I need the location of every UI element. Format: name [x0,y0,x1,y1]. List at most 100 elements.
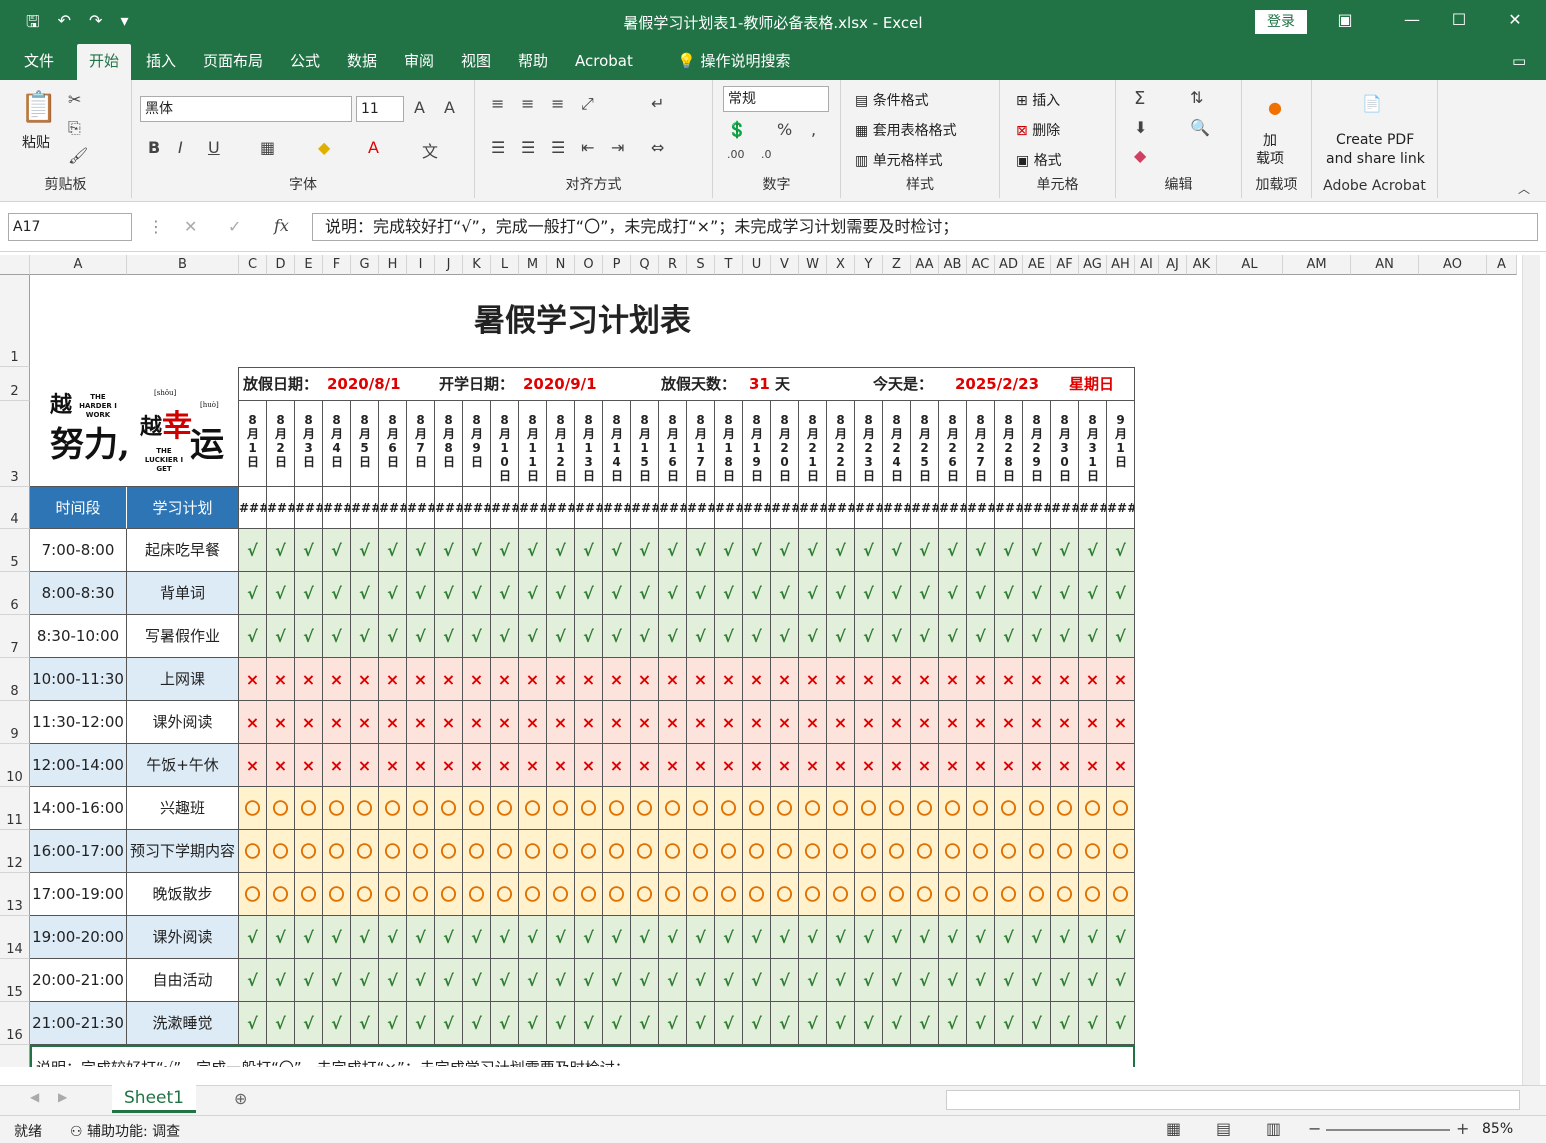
status-mark-cell[interactable]: √ [1079,1002,1107,1045]
status-mark-cell[interactable]: √ [239,1002,267,1045]
status-mark-cell[interactable]: √ [491,959,519,1002]
column-header[interactable]: G [351,255,379,275]
status-mark-cell[interactable]: √ [855,615,883,658]
status-mark-cell[interactable]: × [911,701,939,744]
status-mark-cell[interactable]: √ [547,1002,575,1045]
status-mark-cell[interactable]: × [799,744,827,787]
column-header[interactable]: AG [1079,255,1107,275]
column-header[interactable]: J [435,255,463,275]
clear-icon[interactable]: ◆ [1134,146,1146,165]
status-mark-cell[interactable]: × [519,744,547,787]
status-mark-cell[interactable]: × [575,701,603,744]
status-mark-cell[interactable]: √ [799,572,827,615]
status-mark-cell[interactable]: √ [379,529,407,572]
column-header[interactable]: A [1487,255,1517,275]
status-mark-cell[interactable]: √ [939,916,967,959]
status-mark-cell[interactable]: √ [491,615,519,658]
status-mark-cell[interactable]: √ [687,529,715,572]
status-mark-cell[interactable]: 〇 [743,830,771,873]
status-mark-cell[interactable]: √ [407,1002,435,1045]
status-mark-cell[interactable]: √ [939,529,967,572]
status-mark-cell[interactable]: × [379,658,407,701]
status-mark-cell[interactable]: × [855,701,883,744]
prev-sheet-icon[interactable]: ◀ [30,1090,39,1104]
status-mark-cell[interactable]: 〇 [939,787,967,830]
column-header[interactable]: AO [1419,255,1487,275]
status-mark-cell[interactable]: √ [883,615,911,658]
status-mark-cell[interactable]: √ [771,615,799,658]
status-mark-cell[interactable]: √ [827,615,855,658]
status-mark-cell[interactable]: × [687,658,715,701]
status-mark-cell[interactable]: √ [883,959,911,1002]
row-header[interactable]: 15 [0,959,30,1002]
create-pdf-button[interactable]: Create PDF [1336,132,1414,148]
status-mark-cell[interactable]: × [715,744,743,787]
row-header[interactable]: 13 [0,873,30,916]
status-mark-cell[interactable]: 〇 [351,787,379,830]
column-header[interactable]: M [519,255,547,275]
status-mark-cell[interactable]: × [1079,658,1107,701]
status-mark-cell[interactable]: √ [435,529,463,572]
status-mark-cell[interactable]: √ [267,916,295,959]
decrease-indent-icon[interactable]: ⇤ [581,138,594,157]
status-mark-cell[interactable]: √ [603,959,631,1002]
status-mark-cell[interactable]: √ [547,572,575,615]
row-header[interactable]: 1 [0,275,30,367]
vertical-scrollbar[interactable] [1522,255,1540,1085]
status-mark-cell[interactable]: √ [743,959,771,1002]
status-mark-cell[interactable]: 〇 [967,830,995,873]
column-header[interactable]: R [659,255,687,275]
status-mark-cell[interactable]: √ [911,529,939,572]
column-header[interactable]: AD [995,255,1023,275]
status-mark-cell[interactable]: √ [351,916,379,959]
status-mark-cell[interactable]: √ [407,615,435,658]
status-mark-cell[interactable]: × [1079,744,1107,787]
status-mark-cell[interactable]: × [883,744,911,787]
status-mark-cell[interactable]: 〇 [659,830,687,873]
status-mark-cell[interactable]: √ [575,529,603,572]
status-mark-cell[interactable]: 〇 [631,830,659,873]
status-mark-cell[interactable]: √ [239,916,267,959]
status-mark-cell[interactable]: √ [631,529,659,572]
row-header[interactable]: 6 [0,572,30,615]
status-mark-cell[interactable]: √ [827,529,855,572]
status-mark-cell[interactable]: √ [323,529,351,572]
bold-icon[interactable]: B [148,138,160,157]
status-mark-cell[interactable]: √ [827,959,855,1002]
status-mark-cell[interactable]: √ [687,615,715,658]
tell-me-search[interactable]: 💡 操作说明搜索 [665,44,802,80]
status-mark-cell[interactable]: 〇 [687,873,715,916]
column-header[interactable]: Z [883,255,911,275]
status-mark-cell[interactable]: √ [239,615,267,658]
status-mark-cell[interactable]: √ [855,572,883,615]
increase-decimal-icon[interactable]: .00 [727,148,745,161]
status-mark-cell[interactable]: √ [1051,615,1079,658]
autosum-icon[interactable]: Σ [1134,88,1145,109]
status-mark-cell[interactable]: √ [911,572,939,615]
status-mark-cell[interactable]: √ [351,1002,379,1045]
italic-icon[interactable]: I [178,138,183,157]
status-mark-cell[interactable]: 〇 [379,873,407,916]
status-mark-cell[interactable]: 〇 [603,830,631,873]
status-mark-cell[interactable]: × [435,701,463,744]
status-mark-cell[interactable]: 〇 [855,787,883,830]
column-header[interactable]: AC [967,255,995,275]
status-mark-cell[interactable]: 〇 [491,787,519,830]
tab-insert[interactable]: 插入 [134,44,188,80]
status-mark-cell[interactable]: √ [911,916,939,959]
status-mark-cell[interactable]: √ [519,615,547,658]
column-header[interactable]: E [295,255,323,275]
status-mark-cell[interactable]: 〇 [267,830,295,873]
status-mark-cell[interactable]: √ [463,916,491,959]
status-mark-cell[interactable]: 〇 [463,830,491,873]
increase-font-icon[interactable]: A [414,98,425,117]
status-mark-cell[interactable]: × [855,658,883,701]
status-mark-cell[interactable]: √ [939,959,967,1002]
status-mark-cell[interactable]: √ [295,529,323,572]
status-mark-cell[interactable]: 〇 [1107,873,1135,916]
column-header[interactable]: AB [939,255,967,275]
status-mark-cell[interactable]: √ [491,916,519,959]
status-mark-cell[interactable]: 〇 [267,873,295,916]
status-mark-cell[interactable]: √ [967,959,995,1002]
status-mark-cell[interactable]: √ [1107,959,1135,1002]
